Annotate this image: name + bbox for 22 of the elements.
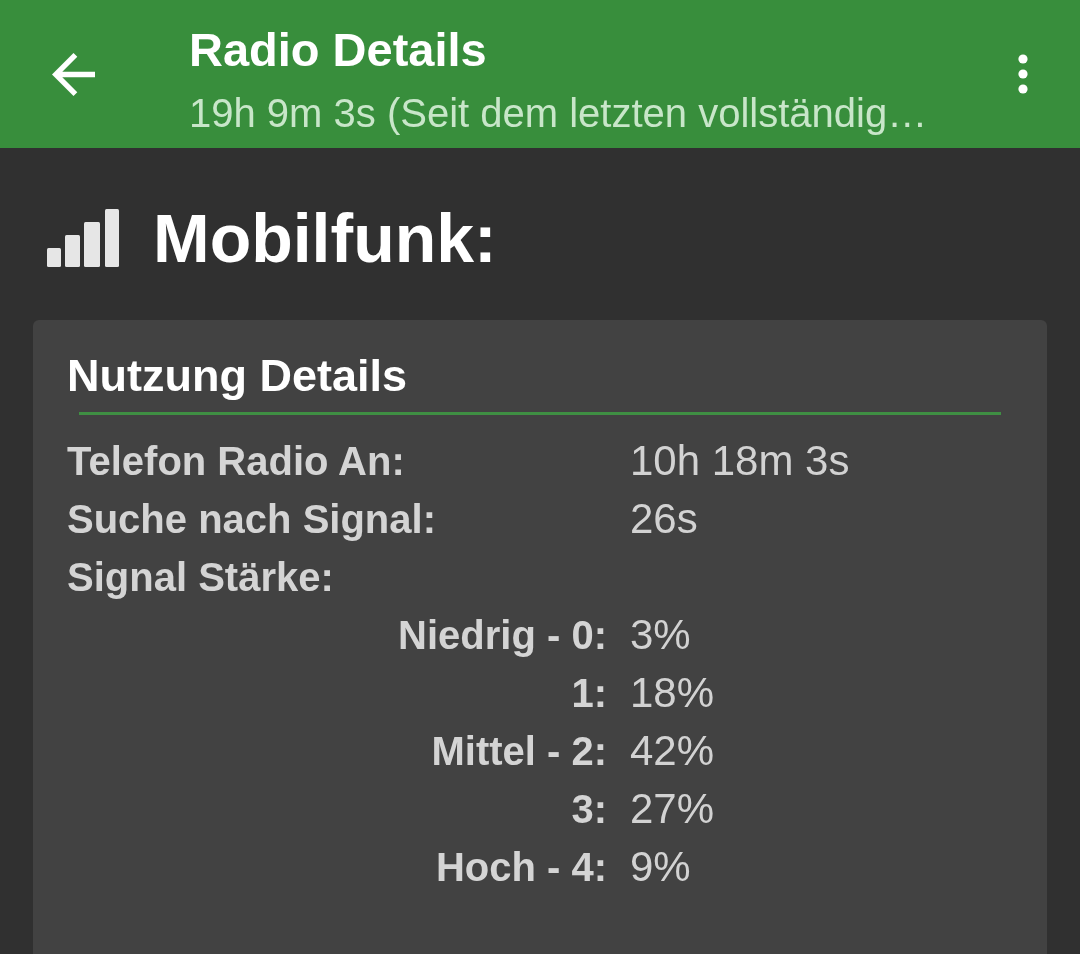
screen-title: Radio Details [189,22,488,78]
stat-label: Suche nach Signal: [67,496,437,543]
level-value: 18% [630,668,716,718]
section-title: Mobilfunk: [153,199,497,278]
level-value: 3% [630,610,692,660]
level-label: Niedrig - 0: [398,612,607,659]
level-value: 27% [630,784,716,834]
level-value: 9% [630,842,692,892]
card-title: Nutzung Details [67,350,408,402]
level-label: 1: [571,670,607,717]
screen-subtitle: 19h 9m 3s (Seit dem letzten vollständig… [189,90,929,137]
stat-value: 26s [630,494,699,544]
stat-value: 10h 18m 3s [630,436,851,486]
level-label: 3: [571,786,607,833]
group-label: Signal Stärke: [67,554,335,601]
stat-label: Telefon Radio An: [67,438,406,485]
level-value: 42% [630,726,716,776]
level-label: Mittel - 2: [431,728,607,775]
more-options-icon [1018,54,1028,94]
level-label: Hoch - 4: [435,844,607,891]
signal-bars-icon [47,209,119,267]
back-icon [52,52,95,96]
